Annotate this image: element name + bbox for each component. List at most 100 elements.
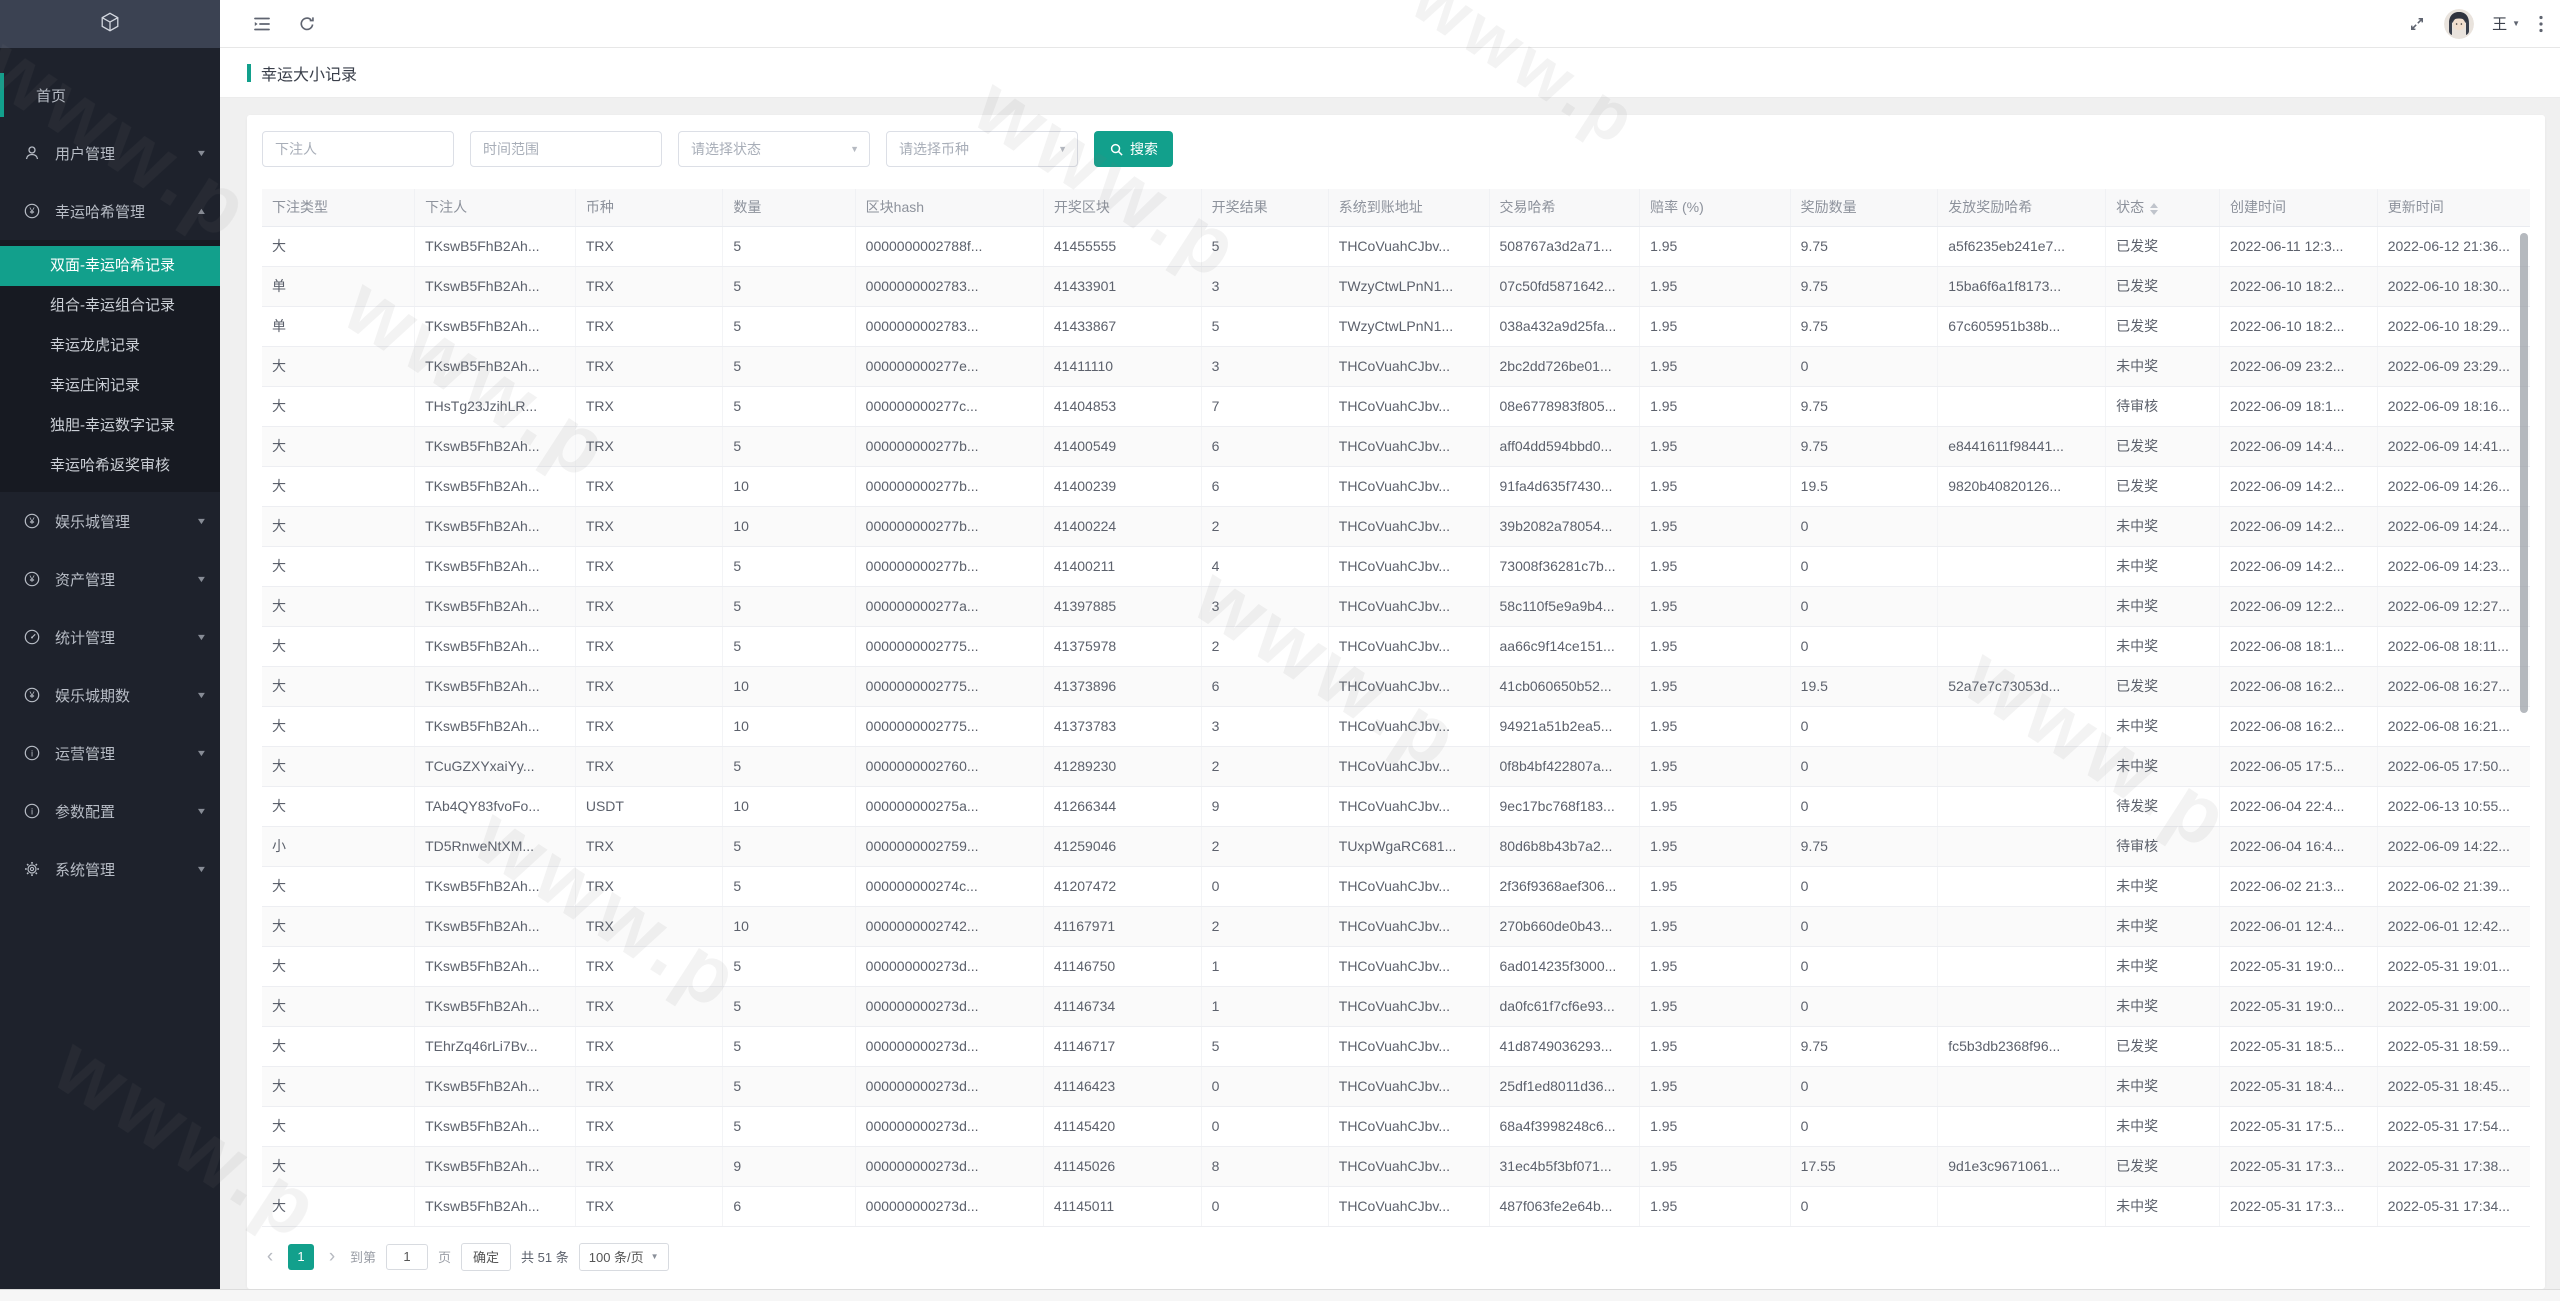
table-row: 大 TKswB5FhB2Ah... TRX 10 0000000002775... 413…	[262, 706, 2530, 747]
table-cell: TRX	[575, 586, 724, 627]
table-cell: 10	[722, 466, 856, 507]
table-cell: 9.75	[1790, 266, 1939, 307]
table-cell: 大	[262, 866, 416, 907]
table-cell: 1	[1201, 946, 1329, 987]
fullscreen-icon[interactable]	[2408, 15, 2426, 33]
table-cell: 2022-06-09 14:26...	[2377, 466, 2530, 507]
table-cell: THCoVuahCJbv...	[1328, 1146, 1490, 1187]
prev-page-button[interactable]: ‹	[262, 1246, 278, 1268]
chevron-down-icon: ▼	[650, 1252, 659, 1261]
sidebar-item[interactable]: 统计管理 ▼	[0, 608, 220, 666]
table-cell	[1937, 906, 2107, 947]
next-page-button[interactable]: ›	[324, 1246, 340, 1268]
goto-page-input[interactable]	[386, 1243, 429, 1270]
table-cell: 52a7e7c73053d...	[1937, 666, 2107, 707]
table-cell: 未中奖	[2105, 946, 2221, 987]
current-page-button[interactable]: 1	[288, 1243, 314, 1270]
table-cell: 5	[722, 626, 856, 667]
chevron-down-icon: ▼	[850, 144, 859, 154]
table-cell: 5	[722, 266, 856, 307]
table-scrollbar-thumb[interactable]	[2520, 233, 2528, 713]
table-cell: 41375978	[1043, 626, 1202, 667]
sidebar-item[interactable]: i 参数配置 ▼	[0, 782, 220, 840]
table-cell: 1.95	[1639, 786, 1791, 827]
table-cell: 大	[262, 946, 416, 987]
sort-carets-icon[interactable]	[2150, 202, 2159, 215]
sidebar-subitem[interactable]: 幸运龙虎记录	[0, 326, 220, 366]
goto-confirm-button[interactable]: 确定	[461, 1242, 512, 1271]
table-cell: USDT	[575, 786, 724, 827]
table-cell: 大	[262, 506, 416, 547]
table-cell: 0	[1790, 1066, 1939, 1107]
table-cell: TKswB5FhB2Ah...	[414, 266, 576, 307]
logo-bar	[0, 0, 220, 48]
table-cell: 9820b40820126...	[1937, 466, 2107, 507]
table-row: 大 TKswB5FhB2Ah... TRX 5 000000000273d... 4114…	[262, 1066, 2530, 1107]
table-row: 大 TKswB5FhB2Ah... TRX 10 000000000277b... 414…	[262, 466, 2530, 507]
table-cell: 1.95	[1639, 986, 1791, 1027]
table-cell: 2022-05-31 17:34...	[2377, 1186, 2530, 1227]
table-cell: TRX	[575, 1186, 724, 1227]
sidebar-item[interactable]: 首页	[0, 66, 220, 124]
sidebar-subitem[interactable]: 幸运哈希返奖审核	[0, 446, 220, 486]
table-cell: 2022-06-09 18:1...	[2219, 386, 2378, 427]
table-cell: 0000000002775...	[855, 706, 1044, 747]
table-cell: 41400224	[1043, 506, 1202, 547]
table-cell: 000000000273d...	[855, 1066, 1044, 1107]
table-cell: 0	[1790, 866, 1939, 907]
avatar[interactable]	[2444, 8, 2475, 39]
sidebar-item[interactable]: ¥ 娱乐城管理 ▼	[0, 492, 220, 550]
sidebar-item[interactable]: i 运营管理 ▼	[0, 724, 220, 782]
table-cell: 0	[1790, 946, 1939, 987]
table-cell: 0	[1201, 866, 1329, 907]
sidebar-item[interactable]: ¥ 资产管理 ▼	[0, 550, 220, 608]
kebab-menu-icon[interactable]	[2538, 14, 2544, 34]
user-menu[interactable]: 王 ▼	[2492, 13, 2520, 34]
sidebar-item[interactable]: ¥ 幸运哈希管理 ▲	[0, 182, 220, 240]
sidebar-item[interactable]: 系统管理 ▼	[0, 840, 220, 898]
table-cell: TKswB5FhB2Ah...	[414, 626, 576, 667]
table-cell	[1937, 946, 2107, 987]
table-cell: TRX	[575, 426, 724, 467]
sidebar-subitem[interactable]: 组合-幸运组合记录	[0, 286, 220, 326]
table-cell: 5	[1201, 1026, 1329, 1067]
info-icon: i	[24, 803, 43, 819]
table-cell: 2022-06-09 14:2...	[2219, 506, 2378, 547]
search-button[interactable]: 搜索	[1094, 131, 1173, 167]
table-header-row: 下注类型 下注人 币种 数量 区块hash 开奖区块 开奖结果 系统到账地址 交易哈希 赔率 (%…	[262, 189, 2530, 227]
sidebar-item[interactable]: 用户管理 ▼	[0, 124, 220, 182]
table-cell: TRX	[575, 386, 724, 427]
table-cell: 2022-06-09 14:2...	[2219, 546, 2378, 587]
bettor-input[interactable]	[262, 131, 454, 167]
table-cell: 未中奖	[2105, 1186, 2221, 1227]
table-cell: 5	[1201, 226, 1329, 267]
time-range-input[interactable]	[470, 131, 662, 167]
table-cell: TKswB5FhB2Ah...	[414, 226, 576, 267]
table-cell: 41400211	[1043, 546, 1202, 587]
table-cell: 3	[1201, 586, 1329, 627]
table-cell: 0	[1201, 1106, 1329, 1147]
table-cell: TRX	[575, 266, 724, 307]
status-select[interactable]: 请选择状态 ▼	[678, 131, 870, 167]
menu-fold-icon[interactable]	[252, 14, 272, 34]
table-cell: 07c50fd5871642...	[1489, 266, 1641, 307]
table-cell: 1.95	[1639, 706, 1791, 747]
table-cell: TRX	[575, 706, 724, 747]
sidebar-item[interactable]: ¥ 娱乐城期数 ▼	[0, 666, 220, 724]
table-cell: THCoVuahCJbv...	[1328, 586, 1490, 627]
table-cell: 未中奖	[2105, 746, 2221, 787]
table-cell: TKswB5FhB2Ah...	[414, 1186, 576, 1227]
table-cell: THCoVuahCJbv...	[1328, 466, 1490, 507]
sidebar-subitem[interactable]: 独胆-幸运数字记录	[0, 406, 220, 446]
table-cell: 2022-05-31 19:00...	[2377, 986, 2530, 1027]
column-header[interactable]: 状态	[2105, 189, 2221, 227]
refresh-icon[interactable]	[298, 15, 316, 33]
sidebar-subitem[interactable]: 幸运庄闲记录	[0, 366, 220, 406]
table-cell: 5	[722, 866, 856, 907]
page-size-select[interactable]: 100 条/页 ▼	[578, 1242, 669, 1271]
horizontal-scrollbar-track[interactable]	[0, 1289, 2560, 1301]
sidebar-subitem[interactable]: 双面-幸运哈希记录	[0, 246, 220, 286]
table-cell: TRX	[575, 306, 724, 347]
coin-select[interactable]: 请选择币种 ▼	[886, 131, 1078, 167]
table-row: 大 TKswB5FhB2Ah... TRX 10 000000000277b... 414…	[262, 506, 2530, 547]
